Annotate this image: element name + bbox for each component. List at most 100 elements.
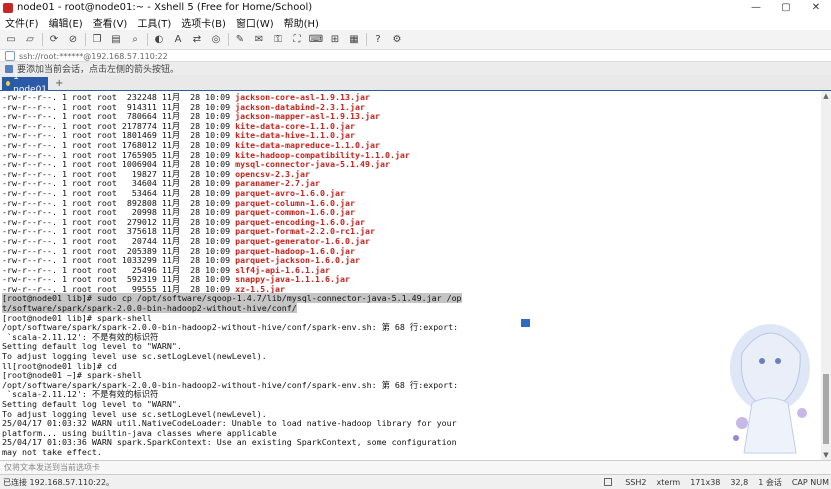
protocol-label: SSH2 <box>625 477 647 487</box>
terminal-line: may not take effect. <box>2 446 102 457</box>
session-count: 1 会话 <box>758 477 782 487</box>
paste-icon[interactable]: ▤ <box>109 33 123 46</box>
transfer-icon[interactable]: ⇄ <box>190 33 204 46</box>
ls-row-meta: -rw-r--r--. 1 root root 375618 11月 28 10… <box>2 226 236 237</box>
tab-bar: 1 node01 + <box>0 72 831 95</box>
settings-icon[interactable]: ⚙ <box>390 33 404 46</box>
ls-row-meta: -rw-r--r--. 1 root root 205389 11月 28 10… <box>2 245 236 256</box>
info-icon <box>5 64 13 73</box>
new-session-icon[interactable]: ▭ <box>4 33 18 46</box>
menu-file[interactable]: 文件(F) <box>0 15 44 30</box>
status-right: SSH2 xterm 171x38 32,8 1 会话 CAP NUM <box>584 475 829 489</box>
ls-row-filename: mysql-connector-java-5.1.49.jar <box>235 159 390 170</box>
compose-bar[interactable]: 仅将文本发送到当前选项卡 <box>0 460 831 474</box>
status-bar: 已连接 192.168.57.110:22。 SSH2 xterm 171x38… <box>0 474 831 489</box>
ls-row-filename: parquet-format-2.2.0-rc1.jar <box>235 226 375 237</box>
toolbar-separator <box>228 33 229 46</box>
ls-row-filename: paranamer-2.7.jar <box>235 178 321 189</box>
protocol-status: SSH2 <box>594 478 646 487</box>
ls-row-filename: jackson-core-asl-1.9.13.jar <box>235 92 370 102</box>
ls-row-filename: kite-data-core-1.1.0.jar <box>235 120 355 131</box>
globe-icon[interactable]: ◎ <box>209 33 223 46</box>
ls-row-meta: -rw-r--r--. 1 root root 780664 11月 28 10… <box>2 111 236 122</box>
session-address: ssh://root:******@192.168.57.110:22 <box>19 51 168 61</box>
ls-row-filename: parquet-encoding-1.6.0.jar <box>235 216 365 227</box>
layout-icon[interactable]: ▦ <box>347 33 361 46</box>
menu-window[interactable]: 窗口(W) <box>231 15 279 30</box>
cursor-position: 32,8 <box>730 477 749 487</box>
ls-row-meta: -rw-r--r--. 1 root root 232248 11月 28 10… <box>2 92 236 102</box>
close-button[interactable]: ✕ <box>801 0 831 15</box>
ls-row-meta: -rw-r--r--. 1 root root 279012 11月 28 10… <box>2 216 236 227</box>
new-tab-button[interactable]: + <box>55 77 63 90</box>
lock-icon[interactable]: ⚿ <box>271 33 285 46</box>
font-icon[interactable]: A <box>171 33 185 46</box>
ls-row-filename: slf4j-api-1.6.1.jar <box>235 264 331 275</box>
ls-row-filename: snappy-java-1.1.1.6.jar <box>235 274 350 285</box>
title-bar: node01 - root@node01:~ - Xshell 5 (Free … <box>0 0 831 15</box>
ls-row-filename: parquet-hadoop-1.6.0.jar <box>235 245 355 256</box>
ls-row-filename: kite-data-mapreduce-1.1.0.jar <box>235 139 380 150</box>
connected-status-icon <box>6 81 11 86</box>
toolbar-separator <box>85 33 86 46</box>
menu-bar: 文件(F) 编辑(E) 查看(V) 工具(T) 选项卡(B) 窗口(W) 帮助(… <box>0 15 831 30</box>
xshell-app-icon <box>3 2 13 13</box>
ls-row-meta: -rw-r--r--. 1 root root 20744 11月 28 10:… <box>2 235 236 246</box>
ls-row-meta: -rw-r--r--. 1 root root 592319 11月 28 10… <box>2 274 236 285</box>
scroll-up-icon[interactable]: ▲ <box>821 91 831 101</box>
toolbar-separator <box>147 33 148 46</box>
terminal[interactable]: -rw-r--r--. 1 root root 232248 11月 28 10… <box>0 91 821 460</box>
scroll-down-icon[interactable]: ▼ <box>821 450 831 460</box>
minimize-button[interactable]: — <box>741 0 771 15</box>
compose-icon[interactable]: ✉ <box>252 33 266 46</box>
ls-row-filename: opencsv-2.3.jar <box>235 168 311 179</box>
ls-row-filename: parquet-column-1.6.0.jar <box>235 197 355 208</box>
session-icon <box>5 51 15 61</box>
tab-node01[interactable]: 1 node01 <box>2 72 48 95</box>
ls-row-meta: -rw-r--r--. 1 root root 2178774 11月 28 1… <box>2 120 236 131</box>
selected-command-line[interactable]: [root@node01 lib]# sudo cp /opt/software… <box>2 293 462 304</box>
menu-help[interactable]: 帮助(H) <box>279 15 324 30</box>
ls-row-filename: jackson-mapper-asl-1.9.13.jar <box>235 111 380 122</box>
window-controls: — ▢ ✕ <box>741 0 831 15</box>
terminal-type: xterm <box>656 477 681 487</box>
terminal-output: -rw-r--r--. 1 root root 232248 11月 28 10… <box>2 92 462 458</box>
ls-row-filename: parquet-jackson-1.6.0.jar <box>235 255 360 266</box>
menu-tools[interactable]: 工具(T) <box>132 15 176 30</box>
keyboard-state: CAP NUM <box>791 477 829 487</box>
anime-mascot-image <box>730 324 810 454</box>
fullscreen-icon[interactable]: ⛶ <box>290 33 304 46</box>
connection-status: 已连接 192.168.57.110:22。 <box>3 477 115 487</box>
open-folder-icon[interactable]: ▱ <box>23 33 37 46</box>
help-icon[interactable]: ? <box>371 33 385 46</box>
hint-bar: 要添加当前会话，点击左侧的箭头按钮。 <box>0 61 831 75</box>
disconnect-icon[interactable]: ⊘ <box>66 33 80 46</box>
ls-row-filename: jackson-databind-2.3.1.jar <box>235 101 365 112</box>
toolbar-separator <box>42 33 43 46</box>
color-scheme-icon[interactable]: ◐ <box>152 33 166 46</box>
script-icon[interactable]: ✎ <box>233 33 247 46</box>
menu-edit[interactable]: 编辑(E) <box>44 15 88 30</box>
ls-row-meta: -rw-r--r--. 1 root root 1768012 11月 28 1… <box>2 139 236 150</box>
toolbar: ▭ ▱ ⟳ ⊘ ❐ ▤ ⌕ ◐ A ⇄ ◎ ✎ ✉ ⚿ ⛶ ⌨ ⊞ ▦ ? ⚙ <box>0 30 831 49</box>
add-icon[interactable]: ⊞ <box>328 33 342 46</box>
find-icon[interactable]: ⌕ <box>128 33 142 46</box>
maximize-button[interactable]: ▢ <box>771 0 801 15</box>
ls-row-meta: -rw-r--r--. 1 root root 20998 11月 28 10:… <box>2 207 236 218</box>
ls-row-meta: -rw-r--r--. 1 root root 25496 11月 28 10:… <box>2 264 236 275</box>
ls-row-filename: parquet-avro-1.6.0.jar <box>235 187 345 198</box>
ls-row-filename: parquet-common-1.6.0.jar <box>235 207 355 218</box>
menu-view[interactable]: 查看(V) <box>88 15 133 30</box>
ls-row-meta: -rw-r--r--. 1 root root 34604 11月 28 10:… <box>2 178 236 189</box>
reconnect-icon[interactable]: ⟳ <box>47 33 61 46</box>
ls-row-filename: kite-hadoop-compatibility-1.1.0.jar <box>235 149 410 160</box>
menu-tabs[interactable]: 选项卡(B) <box>176 15 231 30</box>
toolbar-separator <box>366 33 367 46</box>
scroll-thumb[interactable] <box>823 374 829 444</box>
keyboard-icon[interactable]: ⌨ <box>309 33 323 46</box>
copy-icon[interactable]: ❐ <box>90 33 104 46</box>
selected-command-line[interactable]: t/software/spark/spark-2.0.0-bin-hadoop2… <box>2 303 297 314</box>
ls-row-meta: -rw-r--r--. 1 root root 1765905 11月 28 1… <box>2 149 236 160</box>
ls-row-meta: -rw-r--r--. 1 root root 1006904 11月 28 1… <box>2 159 236 170</box>
vertical-scrollbar[interactable]: ▲ ▼ <box>821 91 831 460</box>
